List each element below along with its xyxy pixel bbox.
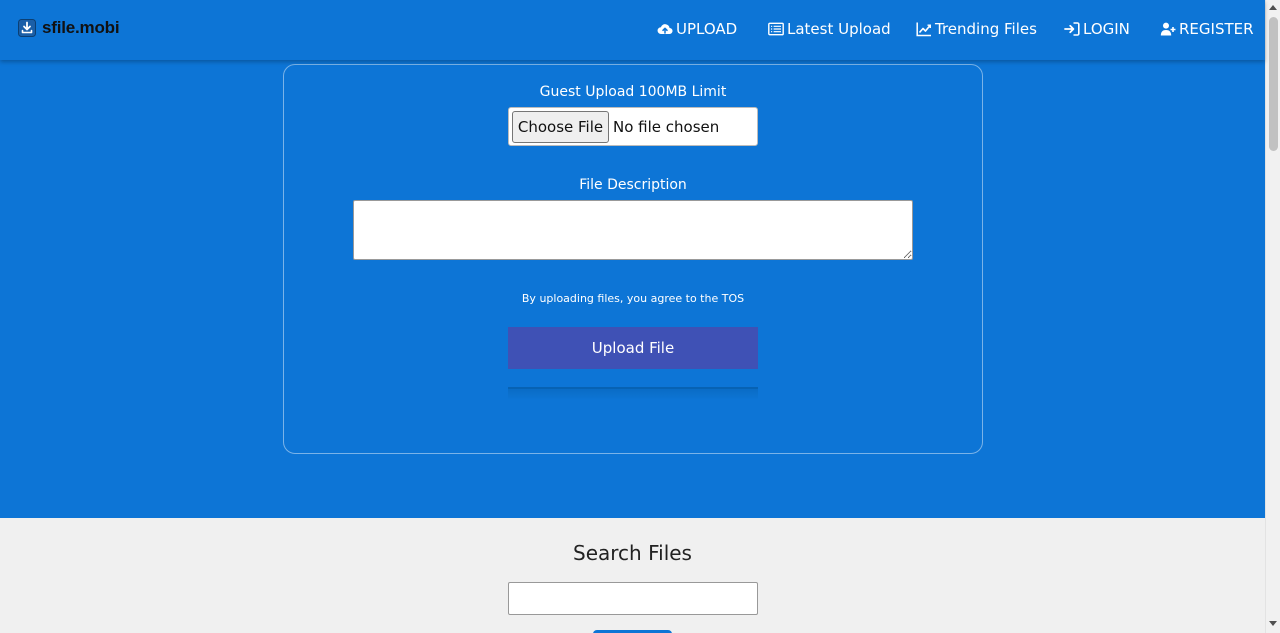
nav-register-label: REGISTER [1179,20,1254,38]
chart-line-icon [916,22,931,37]
page-scrollbar[interactable] [1265,0,1280,633]
nav-latest-upload[interactable]: Latest Upload [768,18,891,40]
download-icon [18,19,36,37]
nav-upload-label: UPLOAD [676,20,738,38]
tos-notice: By uploading files, you agree to the TOS [521,292,745,305]
user-plus-icon [1160,22,1176,36]
upload-section: Guest Upload 100MB Limit Choose File No … [0,60,1265,518]
brand-logo[interactable]: sfile.mobi [18,16,120,40]
scrollbar-thumb[interactable] [1269,17,1278,151]
search-input[interactable] [508,582,758,615]
search-files-title: Search Files [573,541,692,565]
file-description-textarea[interactable] [353,200,913,260]
nav-register[interactable]: REGISTER [1160,18,1254,40]
scroll-down-arrow-icon[interactable] [1269,621,1277,626]
nav-login[interactable]: LOGIN [1064,18,1130,40]
top-navbar: sfile.mobi UPLOAD Latest Upload Trending… [0,0,1265,60]
upload-progress-bar [508,387,758,407]
scroll-up-arrow-icon[interactable] [1269,5,1277,10]
file-status-text: No file chosen [613,118,720,136]
nav-latest-upload-label: Latest Upload [787,20,891,38]
list-icon [768,22,784,36]
file-input[interactable]: Choose File No file chosen [508,107,758,146]
nav-login-label: LOGIN [1083,20,1130,38]
upload-limit-label: Guest Upload 100MB Limit [539,84,727,100]
brand-name: sfile.mobi [42,18,120,37]
sign-in-icon [1064,22,1080,36]
upload-file-button[interactable]: Upload File [508,327,758,369]
nav-trending-files-label: Trending Files [935,20,1037,38]
nav-upload[interactable]: UPLOAD [657,18,737,40]
choose-file-button[interactable]: Choose File [512,111,609,143]
cloud-upload-icon [657,24,673,35]
upload-card: Guest Upload 100MB Limit Choose File No … [283,64,983,454]
nav-trending-files[interactable]: Trending Files [916,18,1037,40]
file-description-label: File Description [579,177,687,193]
